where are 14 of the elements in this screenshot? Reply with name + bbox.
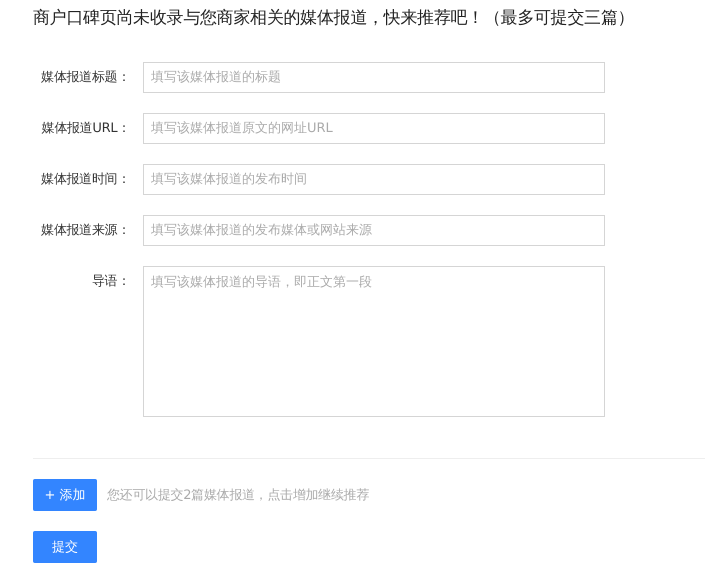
field-label: 导语： (90, 273, 130, 291)
field-label: 媒体报道来源： (40, 222, 130, 240)
field-label: 媒体报道标题： (40, 69, 130, 87)
input-field[interactable]: 填写该媒体报道的发布时间 (143, 164, 605, 195)
field-label: 媒体报道时间： (40, 171, 130, 189)
text-area[interactable]: 填写该媒体报道的导语，即正文第一段 (143, 266, 605, 417)
field-label: 媒体报道URL： (40, 120, 130, 138)
input-field[interactable]: 填写该媒体报道的标题 (143, 62, 605, 93)
input-field[interactable]: 填写该媒体报道的发布媒体或网站来源 (143, 215, 605, 246)
add-button[interactable]: + 添加 (33, 479, 97, 511)
hint-text: 您还可以提交2篇媒体报道，点击增加继续推荐 (107, 487, 369, 504)
page-heading: 商户口碑页尚未收录与您商家相关的媒体报道，快来推荐吧！（最多可提交三篇） (32, 7, 636, 29)
input-field[interactable]: 填写该媒体报道原文的网址URL (143, 113, 605, 144)
submit-button[interactable]: 提交 (33, 531, 97, 563)
